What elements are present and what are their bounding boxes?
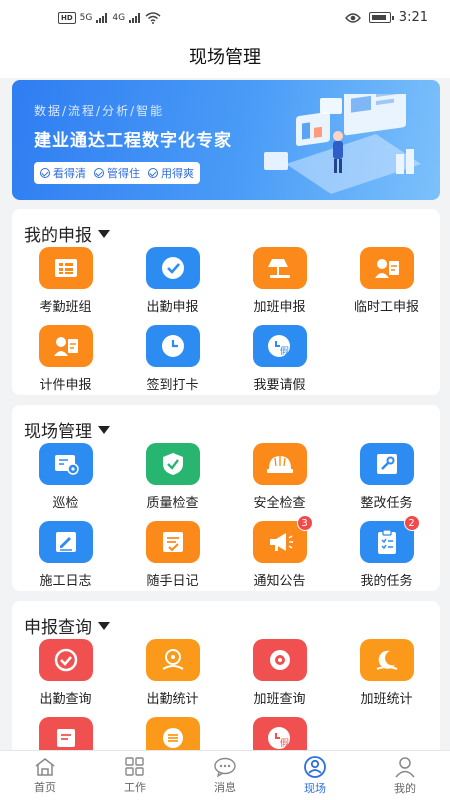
promo-banner[interactable]: 数据/流程/分析/智能 建业通达工程数字化专家 看得清 管得住 用得爽 (12, 80, 440, 200)
status-bar: HD 5G 4G 3:21 (0, 0, 450, 38)
grid-icon (125, 756, 144, 776)
section-title[interactable]: 现场管理 (24, 417, 110, 442)
menu-item-checkin[interactable]: 签到打卡 (119, 323, 226, 393)
tab-mine[interactable]: 我的 (360, 751, 450, 800)
menu-item-overtime-declare[interactable]: 加班申报 (226, 245, 333, 315)
caret-down-icon (98, 229, 110, 238)
menu-item-diary[interactable]: 随手日记 (119, 519, 226, 589)
banner-pill: 用得爽 (148, 165, 194, 181)
section-title[interactable]: 我的申报 (24, 221, 110, 246)
battery-icon (368, 12, 394, 23)
menu-item-temp-worker[interactable]: 临时工申报 (333, 245, 440, 315)
signal-5g: 5G (79, 13, 93, 23)
status-left: HD 5G 4G (58, 12, 161, 24)
megaphone-icon: 3 (252, 515, 313, 563)
caret-down-icon (98, 425, 110, 434)
header: 现场管理 (0, 38, 450, 78)
tab-work[interactable]: 工作 (90, 751, 180, 800)
signal-4g: 4G (112, 13, 126, 23)
stats-person-icon (145, 639, 200, 681)
check-circle-icon (40, 168, 50, 178)
banner-illustration (264, 94, 421, 194)
eye-icon (252, 639, 307, 681)
menu-item-construction-log[interactable]: 施工日志 (12, 519, 119, 589)
signal-icon-2 (129, 13, 141, 23)
check-circle-icon (148, 168, 158, 178)
helmet-icon (252, 443, 307, 485)
menu-item-my-task[interactable]: 2 我的任务 (333, 515, 440, 589)
tab-site[interactable]: 现场 (270, 751, 360, 800)
clock-time: 3:21 (398, 10, 428, 25)
menu-item-attendance-declare[interactable]: 出勤申报 (119, 245, 226, 315)
menu-item-rectify-task[interactable]: 整改任务 (333, 441, 440, 511)
home-icon (35, 757, 55, 776)
banner-tagline: 数据/流程/分析/智能 (34, 104, 165, 118)
bottom-tab-bar: 首页 工作 消息 现场 我的 (0, 750, 450, 800)
attendance-team-icon (38, 247, 93, 289)
menu-item-attendance-query[interactable]: 出勤查询 (12, 637, 119, 707)
desk-lamp-icon (252, 247, 307, 289)
menu-item-overtime-stats[interactable]: 加班统计 (333, 637, 440, 707)
shield-check-icon (145, 443, 200, 485)
tab-messages[interactable]: 消息 (180, 751, 270, 800)
caret-down-icon (98, 621, 110, 630)
notification-badge: 2 (403, 515, 420, 531)
menu-item-attendance-team[interactable]: 考勤班组 (12, 245, 119, 315)
page-title: 现场管理 (189, 47, 261, 68)
menu-item-quality-check[interactable]: 质量检查 (119, 441, 226, 511)
tab-home[interactable]: 首页 (0, 751, 90, 800)
id-card-icon (38, 325, 93, 367)
svg-text:假: 假 (280, 738, 289, 749)
section-title[interactable]: 申报查询 (24, 613, 110, 638)
leave-clock-icon: 假 (252, 325, 307, 367)
hd-indicator: HD (58, 12, 76, 24)
section-declaration-query: 申报查询 出勤查询 出勤统计 加班查询 加班统计 假 (12, 601, 440, 771)
menu-item-leave[interactable]: 假 我要请假 (226, 323, 333, 393)
signal-icon (96, 13, 108, 23)
section-site-management: 现场管理 巡检 质量检查 安全检查 整改任务 施工日志 随手日记 3 通知公告 … (12, 405, 440, 591)
checkmark-icon (145, 247, 200, 289)
menu-grid: 考勤班组 出勤申报 加班申报 临时工申报 计件申报 签到打卡 假 我要请假 (12, 245, 440, 393)
menu-item-overtime-query[interactable]: 加班查询 (226, 637, 333, 707)
menu-grid: 巡检 质量检查 安全检查 整改任务 施工日志 随手日记 3 通知公告 2 我的任… (12, 441, 440, 589)
checkmark-icon (38, 639, 93, 681)
clock-icon (145, 325, 200, 367)
banner-pills: 看得清 管得住 用得爽 (34, 162, 200, 184)
inspection-eye-icon (38, 443, 93, 485)
menu-item-safety-check[interactable]: 安全检查 (226, 441, 333, 511)
menu-item-piecework[interactable]: 计件申报 (12, 323, 119, 393)
user-icon (395, 756, 415, 777)
menu-item-inspection[interactable]: 巡检 (12, 441, 119, 511)
section-my-declaration: 我的申报 考勤班组 出勤申报 加班申报 临时工申报 计件申报 签到打卡 假 我要… (12, 209, 440, 395)
diary-icon (145, 521, 200, 563)
site-person-icon (304, 755, 326, 778)
banner-pill: 看得清 (40, 165, 86, 181)
moon-icon (359, 639, 414, 681)
banner-pill: 管得住 (94, 165, 140, 181)
wifi-icon (145, 12, 161, 24)
id-card-icon (359, 247, 414, 289)
menu-item-attendance-stats[interactable]: 出勤统计 (119, 637, 226, 707)
log-edit-icon (38, 521, 93, 563)
wrench-icon (359, 443, 414, 485)
message-icon (214, 757, 236, 777)
eye-icon (344, 12, 361, 23)
check-circle-icon (94, 168, 104, 178)
clipboard-icon: 2 (359, 515, 420, 563)
notification-badge: 3 (296, 515, 313, 531)
banner-title: 建业通达工程数字化专家 (34, 131, 232, 151)
svg-text:假: 假 (280, 346, 289, 357)
menu-item-notice[interactable]: 3 通知公告 (226, 515, 333, 589)
status-right: 3:21 (344, 10, 428, 25)
